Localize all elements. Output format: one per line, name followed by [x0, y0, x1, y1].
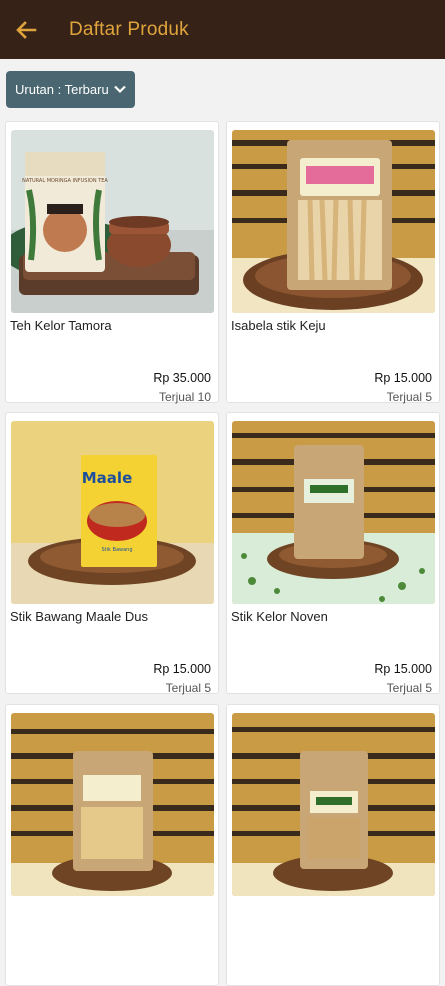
product-name: Stik Bawang Maale Dus: [10, 609, 149, 624]
product-image: [232, 130, 435, 313]
product-card[interactable]: [5, 704, 219, 986]
product-name: Isabela stik Keju: [231, 318, 326, 333]
arrow-left-icon: [15, 20, 37, 40]
product-image: [232, 713, 435, 896]
product-price: Rp 15.000: [153, 662, 211, 676]
product-image: [232, 421, 435, 604]
maale-sub-text: Stik Bawang: [102, 547, 133, 553]
product-sold-count: Terjual 5: [386, 390, 432, 404]
maale-brand-text: Maale: [82, 469, 133, 487]
chevron-down-icon: [113, 82, 127, 96]
product-price: Rp 35.000: [153, 371, 211, 385]
product-image: NATURAL MORINGA INFUSION TEA: [11, 130, 214, 313]
sort-label: Urutan : Terbaru: [15, 82, 109, 97]
product-price: Rp 15.000: [374, 662, 432, 676]
product-name: Stik Kelor Noven: [231, 609, 328, 624]
app-bar: Daftar Produk: [0, 0, 445, 59]
tea-pouch-text: NATURAL MORINGA INFUSION TEA: [22, 178, 108, 184]
page-title: Daftar Produk: [69, 18, 189, 40]
back-button[interactable]: [0, 0, 52, 59]
sort-bar: Urutan : Terbaru: [0, 59, 445, 119]
product-name: Teh Kelor Tamora: [10, 318, 112, 333]
product-card[interactable]: [226, 704, 440, 986]
product-sold-count: Terjual 10: [158, 390, 211, 404]
product-card[interactable]: Stik Kelor Noven Rp 15.000 Terjual 5: [226, 412, 440, 695]
product-card[interactable]: Isabela stik Keju Rp 15.000 Terjual 5: [226, 121, 440, 404]
product-card[interactable]: NATURAL MORINGA INFUSION TEA Teh Kelor T…: [5, 121, 219, 404]
sort-dropdown-button[interactable]: Urutan : Terbaru: [6, 71, 135, 108]
product-sold-count: Terjual 5: [386, 681, 432, 695]
product-card[interactable]: Maale Stik Bawang Stik Bawang Maale Dus …: [5, 412, 219, 695]
product-price: Rp 15.000: [374, 371, 432, 385]
product-image: [11, 713, 214, 896]
product-image: Maale Stik Bawang: [11, 421, 214, 604]
product-sold-count: Terjual 5: [165, 681, 211, 695]
